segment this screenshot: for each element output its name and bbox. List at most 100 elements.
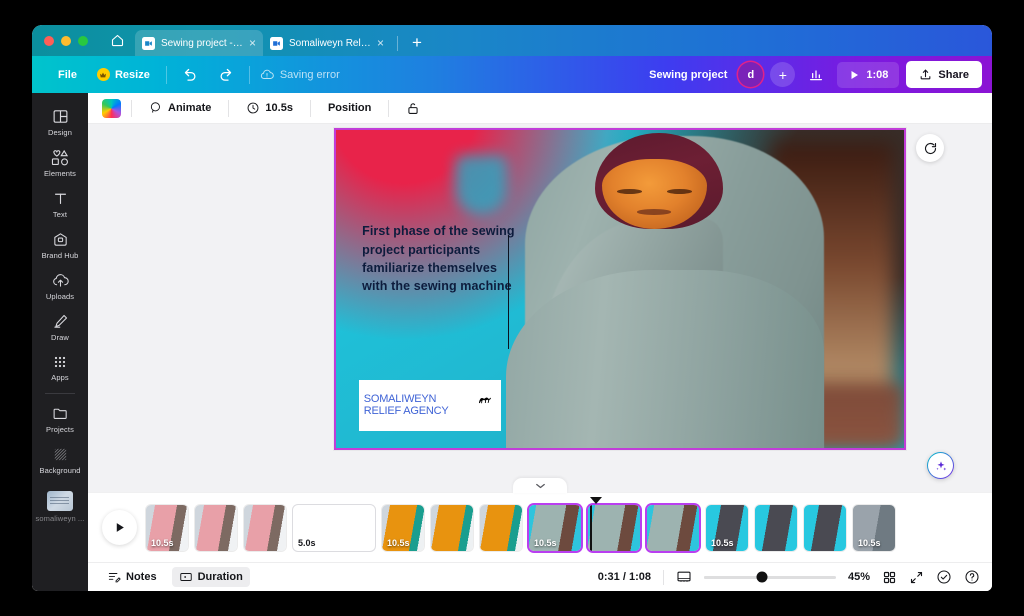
color-picker-button[interactable]: [102, 98, 121, 118]
sidebar-item-elements[interactable]: Elements: [34, 142, 86, 183]
logo-line-2: RELIEF AGENCY: [363, 405, 449, 418]
timeline-clip[interactable]: 10.5s: [146, 504, 188, 551]
zoom-level-label[interactable]: 45%: [848, 571, 870, 583]
timeline-clip-duration: 5.0s: [298, 537, 316, 548]
clock-icon: [247, 102, 259, 114]
timeline-clip-duration: 10.5s: [711, 537, 734, 548]
toolbar-divider: [388, 99, 390, 117]
timeline-clip[interactable]: 5.0s: [293, 504, 375, 551]
play-icon: [116, 523, 124, 532]
elements-icon: [51, 149, 68, 166]
status-bar-right-group: 0:31 / 1:08 45%: [598, 569, 980, 585]
fullscreen-button[interactable]: [909, 570, 924, 585]
timeline-clip[interactable]: [195, 504, 237, 551]
animate-label: Animate: [168, 102, 212, 114]
sidebar-item-text[interactable]: Text: [34, 183, 86, 224]
timeline-clip[interactable]: [244, 504, 286, 551]
help-button[interactable]: [964, 569, 980, 585]
timeline-track[interactable]: 10.5s 5.0s 10.5s 10.5s 10.5s 10.5s: [146, 496, 982, 553]
notes-label: Notes: [126, 571, 157, 583]
timeline-clip[interactable]: 10.5s: [853, 504, 895, 551]
approve-button[interactable]: [936, 569, 952, 585]
upload-icon: [921, 69, 931, 80]
timeline-play-button[interactable]: [102, 510, 137, 545]
timeline-clip[interactable]: [804, 504, 846, 551]
timeline-clip-duration: 10.5s: [858, 537, 881, 548]
browser-tab-1[interactable]: Sewing project - Vi... ×: [135, 30, 263, 56]
notes-button[interactable]: Notes: [100, 567, 164, 587]
sidebar-item-projects[interactable]: Projects: [34, 398, 86, 439]
minimize-window-button[interactable]: [61, 35, 71, 46]
timeline-clip[interactable]: [588, 504, 640, 551]
share-button[interactable]: Share: [906, 61, 982, 88]
undo-icon: [184, 68, 196, 81]
video-canvas[interactable]: First phase of the sewing project partic…: [336, 130, 904, 448]
timeline-clip[interactable]: 10.5s: [529, 504, 581, 551]
draw-icon: [53, 314, 67, 328]
browser-tab-1-title: Sewing project - Vi...: [161, 37, 243, 49]
sidebar-item-recent-project[interactable]: somaliweyn ...: [34, 484, 86, 528]
duration-icon: [179, 573, 192, 581]
brand-hub-icon: [53, 233, 67, 246]
logo-element[interactable]: SOMALIWEYN RELIEF AGENCY: [358, 379, 501, 431]
logo-line-1: SOMALIWEYN: [363, 392, 437, 405]
crown-icon: [96, 68, 110, 81]
timeline-clip[interactable]: [647, 504, 699, 551]
sidebar-item-background[interactable]: Background: [34, 439, 86, 480]
project-name-label[interactable]: Sewing project: [649, 69, 727, 81]
preview-play-button[interactable]: 1:08: [837, 61, 900, 88]
background-chair: [455, 155, 508, 216]
zoom-slider[interactable]: [703, 571, 836, 583]
selected-canvas-frame[interactable]: First phase of the sewing project partic…: [334, 128, 906, 450]
insights-button[interactable]: [802, 62, 830, 88]
redo-button[interactable]: [208, 62, 243, 88]
text-icon: [54, 193, 66, 205]
timeline-clip[interactable]: [431, 504, 473, 551]
canvas-stage[interactable]: First phase of the sewing project partic…: [88, 124, 992, 493]
add-collaborator-button[interactable]: +: [770, 62, 796, 87]
playhead-marker[interactable]: [590, 496, 602, 504]
browser-tab-2[interactable]: Somaliweyn Relief ... ×: [263, 30, 391, 56]
grid-view-button[interactable]: [882, 570, 897, 585]
new-tab-button[interactable]: +: [404, 34, 430, 56]
timeline-clip[interactable]: 10.5s: [706, 504, 748, 551]
magic-ai-button[interactable]: [927, 452, 954, 479]
sidebar-item-design[interactable]: Design: [34, 101, 86, 142]
avatar[interactable]: d: [738, 62, 764, 87]
timeline-clip[interactable]: [755, 504, 797, 551]
file-menu-button[interactable]: File: [48, 62, 87, 88]
sidebar-item-recent-project-label: somaliweyn ...: [35, 514, 85, 523]
resize-label: Resize: [114, 68, 150, 81]
maximize-window-button[interactable]: [78, 35, 88, 46]
browser-tab-2-close-icon[interactable]: ×: [377, 37, 384, 49]
sidebar-item-draw-label: Draw: [51, 333, 69, 342]
undo-button[interactable]: [173, 62, 208, 88]
sidebar-item-brand-hub[interactable]: Brand Hub: [34, 224, 86, 265]
zoom-slider-handle[interactable]: [756, 571, 768, 583]
duration-button[interactable]: 10.5s: [239, 96, 300, 120]
chevron-down-icon: [535, 483, 545, 488]
sidebar-item-draw[interactable]: Draw: [34, 306, 86, 347]
home-icon[interactable]: [100, 25, 135, 56]
sidebar-item-projects-label: Projects: [46, 425, 74, 434]
tab-divider: [397, 36, 398, 51]
sidebar-item-apps[interactable]: Apps: [34, 347, 86, 387]
lock-button[interactable]: [399, 96, 427, 120]
caption-divider-line[interactable]: [507, 234, 510, 350]
animate-button[interactable]: Animate: [142, 96, 218, 120]
timeline-collapse-button[interactable]: [513, 478, 567, 493]
canvas-caption-text[interactable]: First phase of the sewing project partic…: [362, 222, 515, 296]
duration-toggle-button[interactable]: Duration: [171, 567, 250, 587]
play-icon: [851, 70, 859, 79]
resize-button[interactable]: Resize: [87, 62, 160, 88]
timeline-clip[interactable]: [480, 504, 522, 551]
editor-center: Animate 10.5s Position First phase of th…: [88, 93, 992, 591]
rotate-button[interactable]: [916, 134, 944, 162]
position-button[interactable]: Position: [321, 96, 378, 120]
timeline-clip[interactable]: 10.5s: [382, 504, 424, 551]
sidebar-item-text-label: Text: [52, 210, 68, 219]
fit-screen-button[interactable]: [676, 570, 692, 585]
sidebar-item-uploads[interactable]: Uploads: [34, 265, 86, 306]
browser-tab-1-close-icon[interactable]: ×: [249, 37, 256, 49]
close-window-button[interactable]: [44, 35, 54, 46]
